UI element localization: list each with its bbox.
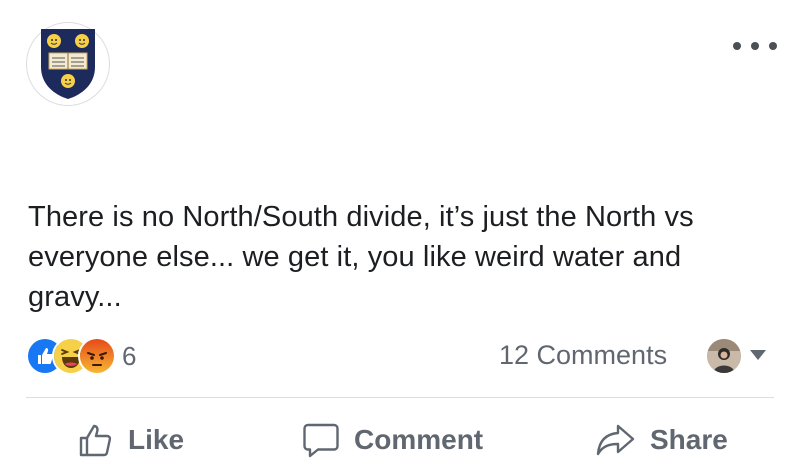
comment-label: Comment [354, 424, 484, 455]
more-dot [733, 42, 741, 50]
speech-bubble-icon [303, 423, 339, 458]
like-button[interactable]: Like [78, 418, 184, 462]
thumbs-up-icon [79, 424, 112, 457]
comment-button[interactable]: Comment [302, 418, 483, 462]
university-crest-icon [41, 29, 95, 99]
reaction-count: 6 [122, 340, 137, 371]
page-avatar[interactable] [26, 22, 110, 106]
like-label: Like [128, 424, 185, 455]
comments-count-link[interactable]: 12 Comments [499, 340, 667, 371]
share-arrow-icon [596, 424, 635, 456]
divider [26, 397, 774, 398]
angry-reaction-icon [78, 337, 116, 375]
share-label: Share [650, 424, 728, 455]
more-dot [769, 42, 777, 50]
chevron-down-icon[interactable] [750, 350, 766, 360]
post-text: There is no North/South divide, it’s jus… [28, 201, 694, 313]
more-options-icon[interactable] [733, 36, 777, 56]
share-button[interactable]: Share [596, 418, 728, 462]
commenter-avatar[interactable] [707, 339, 741, 373]
more-dot [751, 42, 759, 50]
reactions-summary[interactable]: 6 [26, 337, 137, 375]
